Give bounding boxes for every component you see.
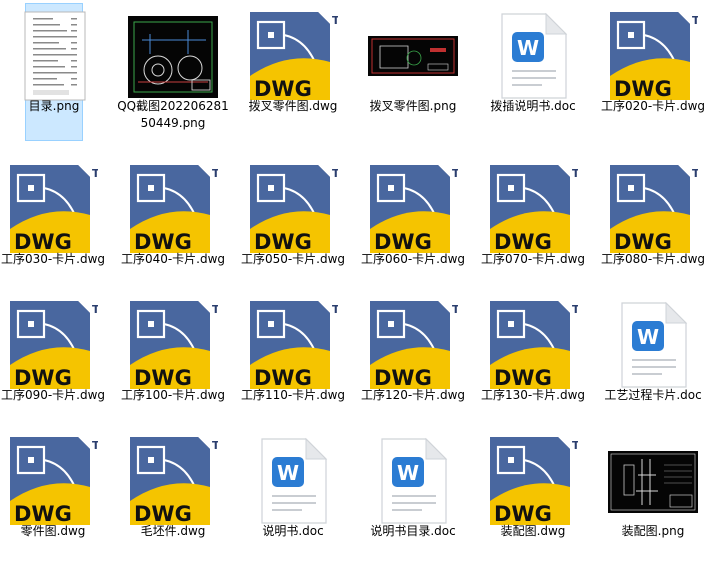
file-name-label: 说明书.doc <box>262 524 324 538</box>
file-item[interactable]: QQ截图20220628150449.png <box>117 4 229 140</box>
file-name-label: 工序040-卡片.dwg <box>120 252 226 266</box>
file-item[interactable]: DWG TM 工序030-卡片.dwg <box>0 157 110 293</box>
dwg-file-icon: DWG TM <box>368 163 470 255</box>
file-item[interactable]: DWG TM 工序020-卡片.dwg <box>597 4 710 140</box>
svg-text:TM: TM <box>212 303 218 316</box>
image-thumbnail-icon <box>128 10 218 102</box>
svg-text:TM: TM <box>332 303 338 316</box>
file-name-label: 工序020-卡片.dwg <box>600 99 706 113</box>
file-item[interactable]: W 说明书目录.doc <box>357 429 469 565</box>
svg-text:TM: TM <box>572 439 578 452</box>
dwg-file-icon: DWG TM <box>608 10 710 102</box>
dwg-file-icon: DWG TM <box>248 10 350 102</box>
svg-text:W: W <box>397 461 419 485</box>
file-name-label: 零件图.dwg <box>20 524 86 538</box>
dwg-file-icon: DWG TM <box>608 163 710 255</box>
svg-text:TM: TM <box>692 14 698 27</box>
image-thumbnail-icon <box>368 10 458 102</box>
file-name-label: QQ截图20220628150449.png <box>117 99 229 130</box>
word-doc-icon: W <box>488 10 578 102</box>
file-item[interactable]: 拨叉零件图.png <box>357 4 469 140</box>
file-item[interactable]: DWG TM 工序090-卡片.dwg <box>0 293 110 429</box>
file-item[interactable]: DWG TM 工序040-卡片.dwg <box>117 157 230 293</box>
file-name-label: 工序070-卡片.dwg <box>480 252 586 266</box>
svg-text:TM: TM <box>212 439 218 452</box>
svg-text:TM: TM <box>92 439 98 452</box>
file-grid: 目录.png QQ截图20220628150449.png DWG TM 拨叉零… <box>0 0 713 548</box>
svg-text:TM: TM <box>692 167 698 180</box>
image-thumbnail-icon <box>9 10 99 102</box>
file-item[interactable]: W 说明书.doc <box>237 429 349 565</box>
svg-text:TM: TM <box>452 303 458 316</box>
file-name-label: 工序030-卡片.dwg <box>0 252 106 266</box>
file-item[interactable]: DWG TM 工序080-卡片.dwg <box>597 157 710 293</box>
dwg-file-icon: DWG TM <box>368 299 470 391</box>
file-item[interactable]: DWG TM 工序070-卡片.dwg <box>477 157 590 293</box>
file-name-label: 工序050-卡片.dwg <box>240 252 346 266</box>
file-name-label: 工序100-卡片.dwg <box>120 388 226 402</box>
svg-text:TM: TM <box>332 14 338 27</box>
image-thumbnail-icon <box>608 435 698 527</box>
dwg-file-icon: DWG TM <box>248 163 350 255</box>
file-item[interactable]: DWG TM 工序130-卡片.dwg <box>477 293 590 429</box>
file-item[interactable]: DWG TM 装配图.dwg <box>477 429 590 565</box>
file-item[interactable]: DWG TM 零件图.dwg <box>0 429 110 565</box>
file-name-label: 工序060-卡片.dwg <box>360 252 466 266</box>
svg-text:TM: TM <box>332 167 338 180</box>
file-name-label: 目录.png <box>28 99 80 113</box>
word-doc-icon: W <box>248 435 338 527</box>
file-name-label: 拨叉零件图.png <box>369 99 457 113</box>
dwg-file-icon: DWG TM <box>8 163 110 255</box>
file-name-label: 装配图.dwg <box>500 524 566 538</box>
file-name-label: 拨叉零件图.dwg <box>248 99 338 113</box>
file-item[interactable]: DWG TM 工序120-卡片.dwg <box>357 293 470 429</box>
dwg-file-icon: DWG TM <box>248 299 350 391</box>
file-name-label: 工序080-卡片.dwg <box>600 252 706 266</box>
file-name-label: 工序090-卡片.dwg <box>0 388 106 402</box>
svg-text:TM: TM <box>572 303 578 316</box>
dwg-file-icon: DWG TM <box>8 435 110 527</box>
file-item[interactable]: DWG TM 工序060-卡片.dwg <box>357 157 470 293</box>
svg-text:W: W <box>517 36 539 60</box>
word-doc-icon: W <box>368 435 458 527</box>
svg-text:W: W <box>277 461 299 485</box>
svg-text:TM: TM <box>212 167 218 180</box>
file-item[interactable]: DWG TM 工序100-卡片.dwg <box>117 293 230 429</box>
file-item[interactable]: DWG TM 工序110-卡片.dwg <box>237 293 350 429</box>
dwg-file-icon: DWG TM <box>488 435 590 527</box>
svg-text:TM: TM <box>572 167 578 180</box>
file-item[interactable]: W 工艺过程卡片.doc <box>597 293 709 429</box>
file-item[interactable]: DWG TM 工序050-卡片.dwg <box>237 157 350 293</box>
file-name-label: 工序130-卡片.dwg <box>480 388 586 402</box>
svg-text:TM: TM <box>92 303 98 316</box>
file-name-label: 工序120-卡片.dwg <box>360 388 466 402</box>
file-name-label: 说明书目录.doc <box>370 524 456 538</box>
svg-text:W: W <box>637 325 659 349</box>
file-item[interactable]: 目录.png <box>24 3 86 141</box>
file-item[interactable]: DWG TM 拨叉零件图.dwg <box>237 4 350 140</box>
dwg-file-icon: DWG TM <box>488 299 590 391</box>
dwg-file-icon: DWG TM <box>488 163 590 255</box>
file-item[interactable]: DWG TM 毛坯件.dwg <box>117 429 230 565</box>
file-item[interactable]: 装配图.png <box>597 429 709 565</box>
file-name-label: 工艺过程卡片.doc <box>604 388 702 402</box>
file-name-label: 拨插说明书.doc <box>490 99 576 113</box>
dwg-file-icon: DWG TM <box>128 299 230 391</box>
file-name-label: 毛坯件.dwg <box>140 524 206 538</box>
file-name-label: 装配图.png <box>621 524 685 538</box>
word-doc-icon: W <box>608 299 698 391</box>
svg-text:TM: TM <box>92 167 98 180</box>
dwg-file-icon: DWG TM <box>128 435 230 527</box>
file-item[interactable]: W 拨插说明书.doc <box>477 4 589 140</box>
file-name-label: 工序110-卡片.dwg <box>240 388 346 402</box>
svg-text:TM: TM <box>452 167 458 180</box>
dwg-file-icon: DWG TM <box>8 299 110 391</box>
dwg-file-icon: DWG TM <box>128 163 230 255</box>
